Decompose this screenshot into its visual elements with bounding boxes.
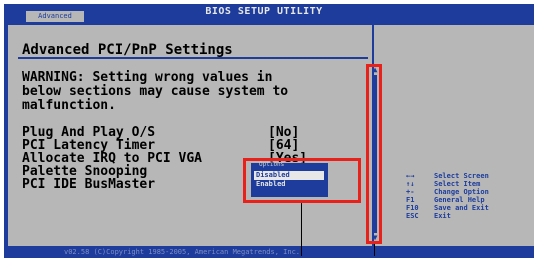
help-key: F10 — [406, 204, 419, 212]
main-panel: Advanced PCI/PnP Settings WARNING: Setti… — [8, 25, 534, 246]
help-desc: Exit — [434, 212, 451, 220]
footer-bar: v02.58 (C)Copyright 1985-2005, American … — [4, 246, 534, 258]
scroll-down-icon[interactable]: ▼ — [370, 234, 380, 242]
help-key: ←→ — [406, 172, 415, 180]
help-desc: Save and Exit — [434, 204, 489, 212]
help-desc: Change Option — [434, 188, 489, 196]
options-popup[interactable]: Options Disabled Enabled — [251, 161, 328, 197]
warning-line-3: malfunction. — [22, 98, 116, 113]
app-title: BIOS SETUP UTILITY — [205, 6, 323, 17]
help-desc: Select Screen — [434, 172, 489, 180]
title-bar: Advanced BIOS SETUP UTILITY — [4, 4, 534, 25]
warning-line-1: WARNING: Setting wrong values in — [22, 70, 273, 85]
help-key: F1 — [406, 196, 415, 204]
scroll-up-icon[interactable]: ▲ — [370, 66, 380, 74]
callout-pointer-line — [301, 203, 302, 256]
heading-underline — [18, 57, 368, 59]
warning-line-2: below sections may cause system to — [22, 84, 289, 99]
help-key: ESC — [406, 212, 419, 220]
help-key: +- — [406, 188, 415, 196]
setting-label: PCI IDE BusMaster — [22, 177, 156, 192]
option-enabled[interactable]: Enabled — [256, 180, 286, 188]
copyright-text: v02.58 (C)Copyright 1985-2005, American … — [64, 248, 301, 256]
callout-pointer-line — [374, 244, 375, 256]
page-title: Advanced PCI/PnP Settings — [22, 42, 233, 58]
help-desc: Select Item — [434, 180, 481, 188]
bios-screen: Advanced BIOS SETUP UTILITY Advanced PCI… — [4, 4, 534, 258]
help-key: ↑↓ — [406, 180, 415, 188]
popup-title: Options — [259, 161, 285, 168]
help-desc: General Help — [434, 196, 485, 204]
tab-advanced[interactable]: Advanced — [26, 11, 84, 22]
scrollbar[interactable] — [372, 75, 377, 233]
option-disabled[interactable]: Disabled — [254, 171, 324, 180]
